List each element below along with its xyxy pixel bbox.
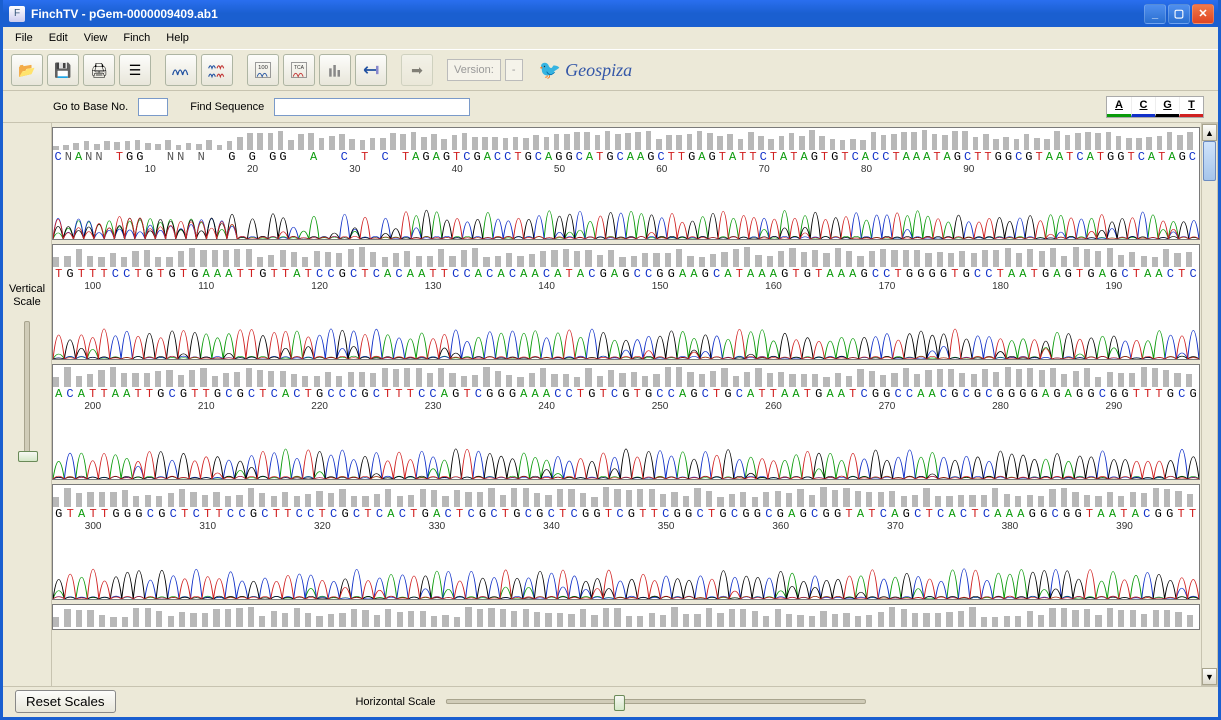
vertical-scrollbar[interactable]: ▲ ▼ — [1201, 123, 1218, 686]
base-color-legend: A C G T — [1106, 96, 1204, 118]
quality-bars — [53, 128, 1199, 150]
trace-plot — [53, 415, 1199, 479]
vertical-scale-panel: Vertical Scale — [3, 123, 51, 686]
printer-icon: 🖨 — [90, 62, 108, 79]
list-icon: ☰ — [129, 62, 142, 79]
scaled-icon: 100 — [253, 60, 273, 80]
chromatogram-lane[interactable]: ACATTAATTGCGTTGCGCTCACTGCCCGCTTTCCAGTCGG… — [52, 364, 1200, 480]
version-selector: Version: - — [447, 59, 523, 81]
svg-text:TCA: TCA — [294, 65, 305, 71]
horizontal-scale-thumb[interactable] — [614, 695, 625, 711]
brand-logo: 🐦 Geospiza — [539, 60, 632, 81]
goto-base-input[interactable] — [138, 98, 168, 116]
chromatogram-lane[interactable]: GTATTGGGCGCTCTTCCGCTTCCTCGCTCACTGACTCGCT… — [52, 484, 1200, 600]
sequence-text: CNANN TGG NN N G G GG A C T C TAGAGTCGAC… — [53, 150, 1199, 164]
chromatogram-lane[interactable]: TGTTTCCTGTGTGAAATTGTTATCCGCTCACAATTCCACA… — [52, 244, 1200, 360]
processed-view-button[interactable]: 100 — [247, 54, 279, 86]
arrow-right-icon: ➡ — [411, 62, 423, 79]
position-numbers: 200210220230240250260270280290 — [53, 401, 1199, 415]
menu-view[interactable]: View — [76, 30, 116, 46]
save-button[interactable]: 💾 — [47, 54, 79, 86]
position-numbers: 102030405060708090 — [53, 164, 1199, 178]
wrapped-view-button[interactable] — [201, 54, 233, 86]
legend-a[interactable]: A — [1107, 97, 1131, 117]
wave-multi-icon — [207, 60, 227, 80]
trace-plot — [53, 178, 1199, 239]
close-button[interactable]: ✕ — [1192, 4, 1214, 24]
menu-help[interactable]: Help — [158, 30, 197, 46]
menu-edit[interactable]: Edit — [41, 30, 76, 46]
legend-g[interactable]: G — [1155, 97, 1179, 117]
svg-text:100: 100 — [258, 65, 268, 71]
scrollbar-thumb[interactable] — [1203, 141, 1216, 181]
properties-button[interactable]: ☰ — [119, 54, 151, 86]
bars-icon — [325, 60, 345, 80]
reverse-icon — [361, 60, 381, 80]
reset-scales-button[interactable]: Reset Scales — [15, 690, 116, 713]
quality-bars — [53, 605, 1199, 627]
version-dropdown[interactable]: - — [505, 59, 523, 81]
legend-c[interactable]: C — [1131, 97, 1155, 117]
minimize-button[interactable]: _ — [1144, 4, 1166, 24]
control-bar: Go to Base No. Find Sequence A C G T — [3, 91, 1218, 123]
wave-single-icon — [171, 60, 191, 80]
app-icon: F — [9, 6, 25, 22]
toolbar: 📂 💾 🖨 ☰ 100 TCA ➡ Version: - 🐦 Geospiza — [3, 49, 1218, 91]
menu-bar: File Edit View Finch Help — [3, 27, 1218, 49]
scroll-up-button[interactable]: ▲ — [1202, 124, 1217, 141]
main-area: Vertical Scale CNANN TGG NN N G G GG A C… — [3, 123, 1218, 686]
position-numbers: 300310320330340350360370380390 — [53, 521, 1199, 535]
quality-bars — [53, 365, 1199, 387]
quality-bars — [53, 485, 1199, 507]
bird-icon: 🐦 — [539, 60, 561, 81]
horizontal-scale-slider[interactable] — [446, 699, 866, 704]
sequence-text: GTATTGGGCGCTCTTCCGCTTCCTCGCTCACTGACTCGCT… — [53, 507, 1199, 521]
print-button[interactable]: 🖨 — [83, 54, 115, 86]
chromatogram-lane[interactable] — [52, 604, 1200, 630]
chromatogram-viewport[interactable]: CNANN TGG NN N G G GG A C T C TAGAGTCGAC… — [52, 127, 1200, 686]
menu-file[interactable]: File — [7, 30, 41, 46]
horizontal-scale-label: Horizontal Scale — [355, 696, 435, 708]
floppy-disk-icon: 💾 — [54, 62, 71, 79]
quality-toggle-button[interactable] — [319, 54, 351, 86]
find-sequence-label: Find Sequence — [190, 101, 264, 113]
maximize-button[interactable]: ▢ — [1168, 4, 1190, 24]
vertical-scale-label: Vertical Scale — [9, 283, 45, 309]
find-sequence-input[interactable] — [274, 98, 470, 116]
scroll-down-button[interactable]: ▼ — [1202, 668, 1217, 685]
quality-bars — [53, 245, 1199, 267]
position-numbers: 100110120130140150160170180190 — [53, 281, 1199, 295]
sequence-text: ACATTAATTGCGTTGCGCTCACTGCCCGCTTTCCAGTCGG… — [53, 387, 1199, 401]
goto-base-label: Go to Base No. — [53, 101, 128, 113]
trace-plot — [53, 535, 1199, 599]
folder-open-icon: 📂 — [18, 62, 35, 79]
raw-view-button[interactable]: TCA — [283, 54, 315, 86]
legend-t[interactable]: T — [1179, 97, 1203, 117]
bottom-bar: Reset Scales Horizontal Scale — [3, 686, 1218, 716]
vertical-scale-thumb[interactable] — [18, 451, 38, 462]
blast-button: ➡ — [401, 54, 433, 86]
version-label: Version: — [447, 59, 501, 81]
trace-plot — [53, 295, 1199, 359]
sequence-text: TGTTTCCTGTGTGAAATTGTTATCCGCTCACAATTCCACA… — [53, 267, 1199, 281]
raw-icon: TCA — [289, 60, 309, 80]
reverse-complement-button[interactable] — [355, 54, 387, 86]
window-title: FinchTV - pGem-0000009409.ab1 — [31, 7, 218, 21]
vertical-scale-slider[interactable] — [24, 321, 30, 457]
open-button[interactable]: 📂 — [11, 54, 43, 86]
single-pane-button[interactable] — [165, 54, 197, 86]
chromatogram-lane[interactable]: CNANN TGG NN N G G GG A C T C TAGAGTCGAC… — [52, 127, 1200, 240]
menu-finch[interactable]: Finch — [115, 30, 158, 46]
title-bar: F FinchTV - pGem-0000009409.ab1 _ ▢ ✕ — [3, 0, 1218, 27]
